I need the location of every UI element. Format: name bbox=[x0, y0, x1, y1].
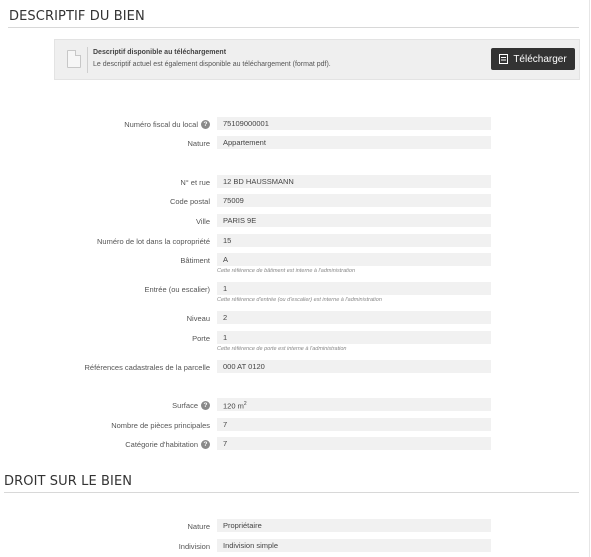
field-value: 15 bbox=[217, 234, 491, 247]
field-label: Numéro fiscal du local ? bbox=[124, 120, 210, 129]
document-icon bbox=[67, 50, 81, 68]
panel-separator bbox=[87, 47, 88, 73]
help-icon[interactable]: ? bbox=[201, 401, 210, 410]
page-frame: DESCRIPTIF DU BIEN Descriptif disponible… bbox=[0, 0, 590, 557]
field-label: Nature bbox=[187, 139, 210, 148]
download-panel-description: Le descriptif actuel est également dispo… bbox=[93, 61, 331, 68]
download-button-label: Télécharger bbox=[513, 53, 567, 65]
field-value: 000 AT 0120 bbox=[217, 360, 491, 373]
field-label: Code postal bbox=[169, 197, 210, 206]
field-value: 1 bbox=[217, 331, 491, 344]
help-icon[interactable]: ? bbox=[201, 120, 210, 129]
field-label: Nombre de pièces principales bbox=[111, 421, 210, 430]
field-label: Catégorie d'habitation ? bbox=[125, 440, 210, 449]
field-value: 7 bbox=[217, 418, 491, 431]
section-title-droit: DROIT SUR LE BIEN bbox=[4, 474, 133, 489]
field-label: Surface ? bbox=[172, 401, 210, 410]
field-value: 12 BD HAUSSMANN bbox=[217, 175, 491, 188]
field-label: Niveau bbox=[186, 314, 210, 323]
download-button[interactable]: Télécharger bbox=[491, 48, 575, 70]
download-panel-title: Descriptif disponible au téléchargement bbox=[93, 49, 227, 56]
section-title-descriptif: DESCRIPTIF DU BIEN bbox=[9, 9, 145, 24]
section-divider bbox=[8, 27, 579, 28]
field-note: Cette référence de porte est interne à l… bbox=[217, 346, 347, 352]
field-value: Appartement bbox=[217, 136, 491, 149]
download-panel: Descriptif disponible au téléchargement … bbox=[54, 39, 580, 80]
download-document-icon bbox=[499, 54, 509, 64]
field-label: Bâtiment bbox=[180, 256, 210, 265]
field-label: Entrée (ou escalier) bbox=[144, 285, 210, 294]
unit-superscript: 2 bbox=[243, 401, 247, 407]
field-value: Propriétaire bbox=[217, 519, 491, 532]
field-value: 7 bbox=[217, 437, 491, 450]
help-icon[interactable]: ? bbox=[201, 440, 210, 449]
field-label: Références cadastrales de la parcelle bbox=[84, 363, 211, 372]
field-label: N° et rue bbox=[180, 178, 210, 187]
section-divider bbox=[4, 492, 579, 493]
field-note: Cette référence de bâtiment est interne … bbox=[217, 268, 356, 274]
field-value: A bbox=[217, 253, 491, 266]
field-label: Numéro de lot dans la copropriété bbox=[97, 237, 210, 246]
field-label: Ville bbox=[195, 217, 210, 226]
field-value: Indivision simple bbox=[217, 539, 491, 552]
field-label: Indivision bbox=[178, 542, 210, 551]
field-label: Porte bbox=[192, 334, 210, 343]
field-value: 120 m2 bbox=[217, 398, 491, 411]
field-value: 75109000001 bbox=[217, 117, 491, 130]
field-note: Cette référence d'entrée (ou d'escalier)… bbox=[217, 297, 382, 303]
field-value: PARIS 9E bbox=[217, 214, 491, 227]
field-label: Nature bbox=[187, 522, 210, 531]
field-value: 75009 bbox=[217, 194, 491, 207]
field-value: 2 bbox=[217, 311, 491, 324]
field-value: 1 bbox=[217, 282, 491, 295]
